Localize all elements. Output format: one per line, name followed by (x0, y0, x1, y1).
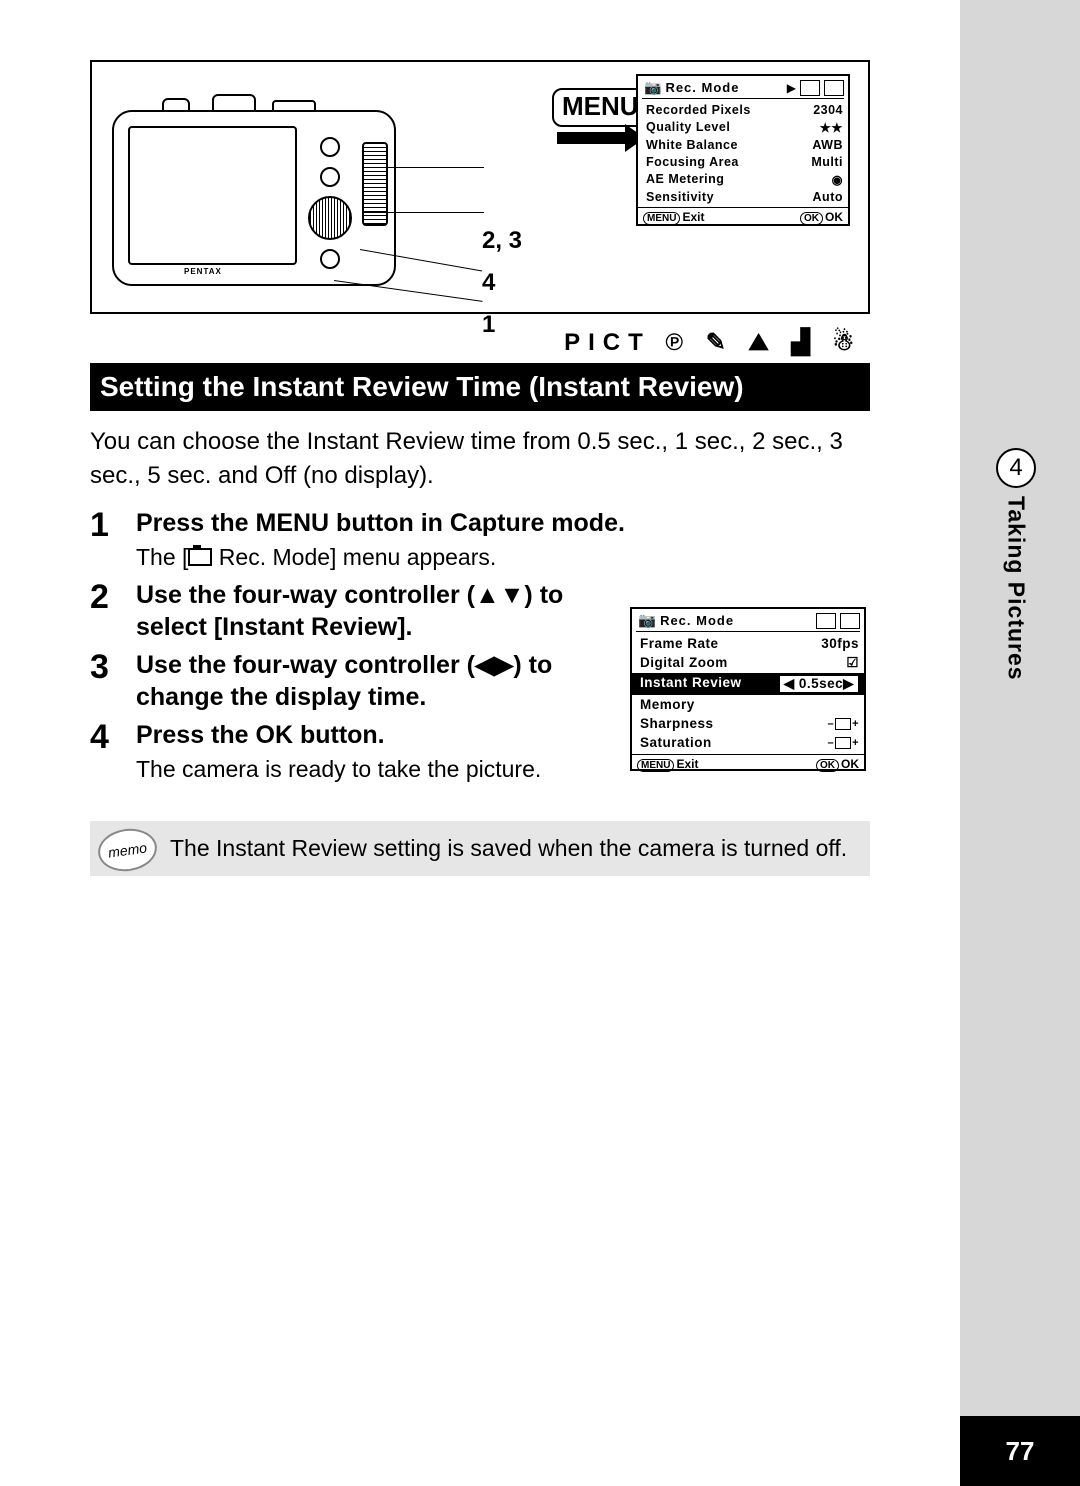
menu-ok-label: OK (825, 210, 843, 224)
page-number: 77 (960, 1416, 1080, 1486)
menu-ok-label: OK (841, 757, 859, 771)
menu-row: Memory (640, 695, 859, 714)
menu-row: Instant Review◀ 0.5sec▶ (632, 673, 864, 695)
arrow-icon (557, 132, 627, 144)
step-number: 3 (90, 649, 136, 713)
chapter-tab: 4 Taking Pictures (992, 448, 1040, 681)
menu-exit-label: Exit (682, 210, 704, 224)
tab-icon (824, 80, 844, 96)
chapter-number: 4 (996, 448, 1036, 488)
chapter-title: Taking Pictures (1003, 496, 1030, 681)
menu-row: Frame Rate30fps (640, 634, 859, 653)
menu-screen-body: 📷 Rec. Mode Frame Rate30fpsDigital Zoom☑… (630, 607, 866, 771)
memo-text: The Instant Review setting is saved when… (170, 835, 847, 861)
step-sub: The [ Rec. Mode] menu appears. (136, 541, 870, 573)
diagram-box: PENTAX 2, 3 4 1 MENU (90, 60, 870, 314)
menu-row: Saturation–+ (640, 733, 859, 752)
menu-ok-btn: OK (800, 212, 823, 225)
tab-icon (816, 613, 836, 629)
callout-2-3: 2, 3 (482, 220, 522, 262)
step-title: Use the four-way controller (◀▶) to chan… (136, 649, 596, 713)
steps-list: 1 Press the MENU button in Capture mode.… (90, 507, 870, 785)
step-number: 2 (90, 579, 136, 643)
menu-exit-btn: MENU (643, 212, 680, 225)
menu-ok-btn: OK (816, 759, 839, 772)
menu-exit-label: Exit (676, 757, 698, 771)
camera-icon (188, 548, 212, 566)
menu-row: Focusing AreaMulti (646, 153, 843, 170)
menu-title: Rec. Mode (660, 613, 734, 628)
memo-note: memo The Instant Review setting is saved… (90, 821, 870, 876)
step-number: 4 (90, 719, 136, 785)
callout-labels: 2, 3 4 1 (482, 220, 522, 346)
menu-row: Recorded Pixels2304 (646, 101, 843, 118)
step-title: Press the MENU button in Capture mode. (136, 507, 870, 539)
camera-icon: 📷 (644, 79, 661, 96)
step-title: Use the four-way controller (▲▼) to sele… (136, 579, 596, 643)
callout-4: 4 (482, 262, 522, 304)
menu-exit-btn: MENU (637, 759, 674, 772)
step-number: 1 (90, 507, 136, 573)
mode-icons-row: PICT ℗ ✎ ⛰ ▟ ☃ (90, 328, 870, 357)
menu-title: Rec. Mode (665, 80, 739, 95)
menu-button-label: MENU (552, 88, 649, 127)
memo-icon: memo (95, 825, 159, 875)
tab-icon (800, 80, 820, 96)
section-title: Setting the Instant Review Time (Instant… (90, 363, 870, 411)
intro-text: You can choose the Instant Review time f… (90, 425, 870, 493)
menu-row: Quality Level★★ (646, 118, 843, 136)
menu-row: SensitivityAuto (646, 188, 843, 205)
page-sidebar (960, 0, 1080, 1486)
camera-illustration: PENTAX (112, 92, 422, 292)
menu-screen-top: 📷 Rec. Mode ▶ Recorded Pixels2304Quality… (636, 74, 850, 226)
menu-row: Digital Zoom☑ (640, 653, 859, 673)
camera-icon: 📷 (638, 612, 656, 629)
callout-1: 1 (482, 304, 522, 346)
menu-row: Sharpness–+ (640, 714, 859, 733)
menu-row: AE Metering◉ (646, 170, 843, 188)
menu-row: White BalanceAWB (646, 136, 843, 153)
tab-icon (840, 613, 860, 629)
